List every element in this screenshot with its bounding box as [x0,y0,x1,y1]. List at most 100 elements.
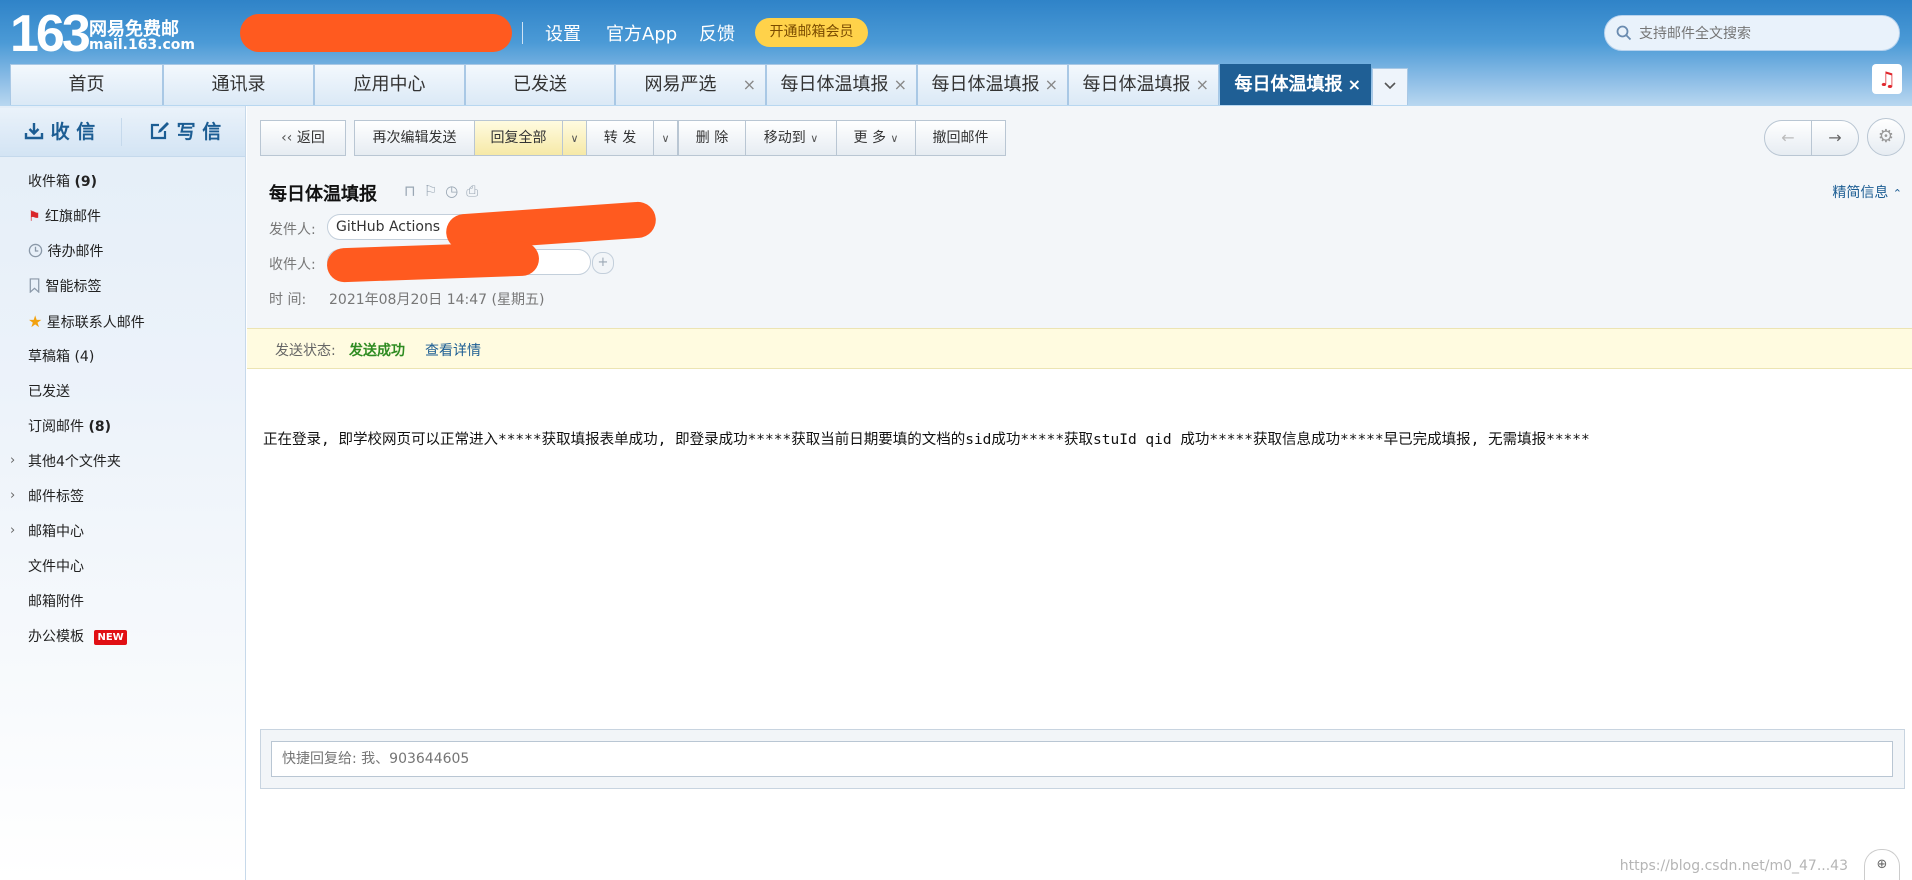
sidebar-item-smart-tags[interactable]: 智能标签 [28,277,101,297]
recall-button[interactable]: 撤回邮件 [915,120,1006,156]
tab-mail-active[interactable]: 每日体温填报 × [1220,64,1371,105]
tab-mail-1[interactable]: 每日体温填报 × [766,64,917,105]
sidebar-item-mail-tags[interactable]: 邮件标签 [28,487,84,507]
chevron-right-icon[interactable]: › [10,488,15,503]
tab-close-icon[interactable]: × [743,65,756,105]
tab-label: 网易严选 [644,74,717,95]
chevron-down-icon: ∨ [890,132,899,145]
back-button[interactable]: ‹‹ 返回 [260,120,346,156]
sidebar-item-flagged[interactable]: ⚑ 红旗邮件 [28,207,101,227]
print-icon[interactable]: ⎙ [466,182,486,200]
chevron-down-icon: ∨ [570,132,579,145]
reply-all-dropdown[interactable]: ∨ [562,120,587,156]
tab-label: 每日体温填报 [780,74,889,95]
more-label: 更 多 [853,130,886,146]
search-input[interactable] [1637,23,1891,45]
receive-label: 收 信 [50,121,96,143]
tab-close-icon[interactable]: × [894,65,907,105]
forward-label: 转 发 [603,130,637,146]
sidebar-item-subscriptions[interactable]: 订阅邮件 (8) [28,417,111,437]
compose-button[interactable]: 写 信 [150,108,221,156]
sidebar-actions: 收 信 写 信 [0,108,245,157]
move-to-button[interactable]: 移动到 ∨ [745,120,837,156]
sidebar-item-starred-contacts[interactable]: ★ 星标联系人邮件 [28,312,145,332]
sidebar-item-drafts[interactable]: 草稿箱 (4) [28,347,94,367]
chevron-right-icon[interactable]: › [10,523,15,538]
tab-label: 每日体温填报 [1234,74,1343,95]
tab-label: 每日体温填报 [931,74,1040,95]
sidebar-item-file-center[interactable]: 文件中心 [28,557,84,577]
view-details-link[interactable]: 查看详情 [425,340,481,360]
tab-app-center[interactable]: 应用中心 [314,64,465,105]
reply-all-button[interactable]: 回复全部 [474,120,563,156]
settings-link[interactable]: 设置 [545,20,581,46]
sidebar-item-label: 已发送 [28,384,70,400]
tab-contacts[interactable]: 通讯录 [163,64,314,105]
delete-button[interactable]: 删 除 [678,120,746,156]
tab-home[interactable]: 首页 [10,64,163,105]
sidebar-item-office-templates[interactable]: 办公模板 NEW [28,627,127,647]
tab-close-icon[interactable]: × [1045,65,1058,105]
sidebar-item-label: 邮件标签 [28,489,84,505]
receive-button[interactable]: 收 信 [24,108,95,156]
prev-mail-button[interactable]: ← [1764,120,1812,156]
more-button[interactable]: 更 多 ∨ [836,120,916,156]
clock-icon[interactable]: ◷ [445,182,466,200]
toggle-brief-info-link[interactable]: 精简信息 ⌃ [1832,182,1902,202]
red-flag-icon: ⚑ [28,209,41,225]
vip-button[interactable]: 开通邮箱会员 [755,18,868,47]
subject-action-icons: ⊓⚐◷⎙ [404,182,486,200]
double-chevron-left-icon: ‹‹ [281,130,293,146]
bookmark-icon [29,278,40,294]
tab-close-icon[interactable]: × [1348,65,1361,105]
sidebar-item-label: 办公模板 [28,629,84,645]
forward-button[interactable]: 转 发 [586,120,654,156]
sidebar-actions-divider [121,118,122,146]
topnav-divider [522,22,523,44]
tab-yanxuan[interactable]: 网易严选 × [615,64,766,105]
chevron-right-icon[interactable]: › [10,453,15,468]
add-recipient-plus-icon[interactable]: + [592,252,614,274]
tab-overflow-chevron-down-icon[interactable] [1372,68,1408,105]
tab-label: 首页 [68,74,105,95]
sidebar-item-attachments[interactable]: 邮箱附件 [28,592,84,612]
tab-mail-3[interactable]: 每日体温填报 × [1068,64,1219,105]
sidebar-item-other-folders[interactable]: 其他4个文件夹 [28,452,121,472]
chevron-down-icon: ∨ [661,132,670,145]
sidebar-item-label: 其他4个文件夹 [28,454,121,470]
tab-label: 每日体温填报 [1082,74,1191,95]
quick-reply-input[interactable] [271,741,1893,777]
compose-label: 写 信 [176,121,222,143]
download-icon [24,123,44,140]
sidebar-item-inbox[interactable]: 收件箱 (9) [28,172,97,192]
sidebar-item-label: 星标联系人邮件 [46,315,145,331]
official-app-link[interactable]: 官方App [606,20,677,46]
feedback-link[interactable]: 反馈 [699,20,735,46]
bookmark-icon[interactable]: ⊓ [404,182,424,200]
next-mail-button[interactable]: → [1811,120,1859,156]
time-label: 时 间: [269,292,307,308]
tab-mail-2[interactable]: 每日体温填报 × [917,64,1068,105]
recipient-label: 收件人: [269,257,316,273]
arrow-left-icon: ← [1781,128,1795,147]
mail-header-area: ‹‹ 返回 再次编辑发送 回复全部 ∨ 转 发 ∨ 删 除 移动到 ∨ 更 多 … [247,106,1912,328]
search-box[interactable] [1604,15,1900,51]
redacted-account-name [240,14,512,52]
redacted-recipient-address [326,241,540,283]
music-note-icon[interactable]: ♫ [1872,64,1902,94]
compose-icon [150,122,169,140]
clock-icon [28,243,43,258]
reedit-label: 再次编辑发送 [372,130,457,146]
sidebar-item-mailbox-center[interactable]: 邮箱中心 [28,522,84,542]
zoom-icon[interactable]: ⊕ [1864,849,1900,880]
flag-icon[interactable]: ⚐ [424,182,445,200]
settings-gear-icon[interactable]: ⚙ [1867,118,1905,156]
tab-sent[interactable]: 已发送 [465,64,615,105]
sidebar-item-sent[interactable]: 已发送 [28,382,70,402]
reedit-send-button[interactable]: 再次编辑发送 [354,120,475,156]
sidebar-item-todo[interactable]: 待办邮件 [28,242,103,262]
forward-dropdown[interactable]: ∨ [653,120,678,156]
tab-label: 已发送 [513,74,567,95]
tab-close-icon[interactable]: × [1196,65,1209,105]
logo-number[interactable]: 163 [10,4,91,64]
